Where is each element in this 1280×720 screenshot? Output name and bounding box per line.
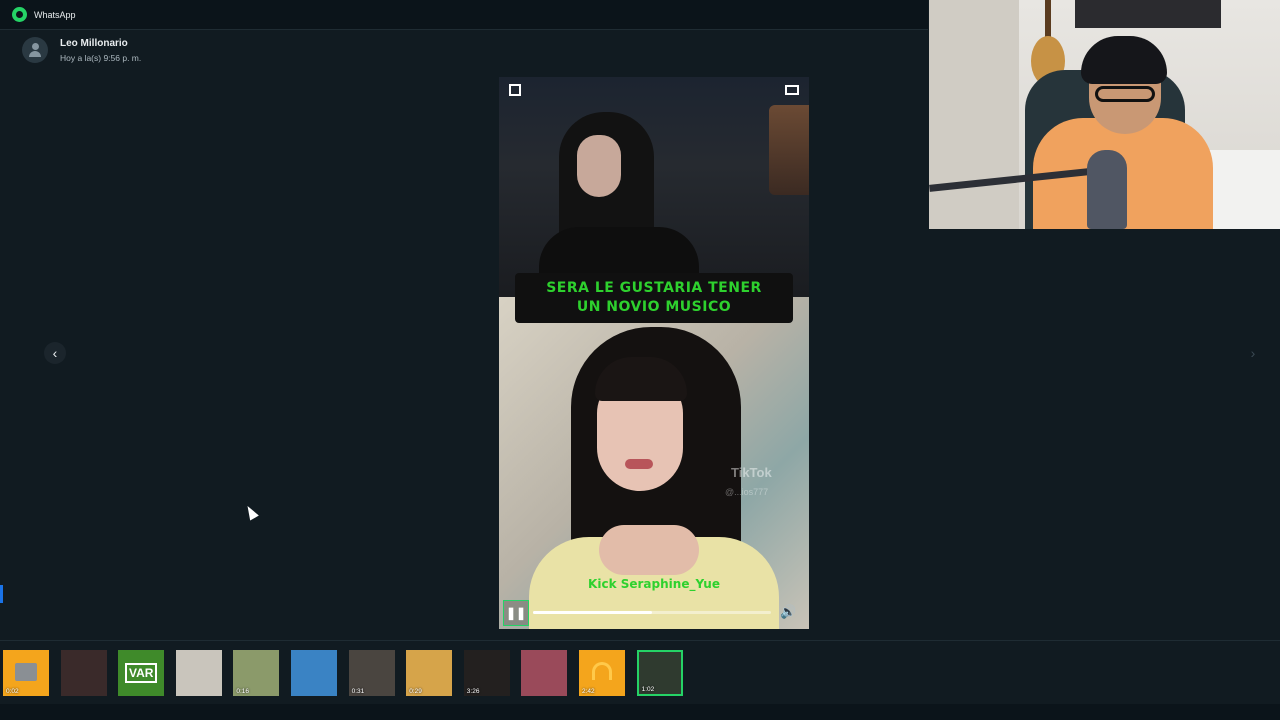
thumbnail-duration: 3:26	[466, 688, 480, 695]
webcam-overlay	[929, 0, 1280, 229]
side-indicator	[0, 585, 3, 603]
thumbnail-duration: 2:42	[582, 688, 595, 695]
title-bar: WhatsApp	[0, 0, 928, 30]
video-frame-top	[499, 77, 809, 297]
thumbnail-duration: 0:31	[351, 688, 365, 695]
image-icon	[15, 663, 37, 681]
fullscreen-icon[interactable]	[509, 84, 521, 96]
picture-in-picture-icon[interactable]	[785, 85, 799, 95]
tv	[1075, 0, 1221, 28]
taskbar	[0, 704, 1280, 720]
progress-fill	[533, 611, 652, 614]
sender-time: Hoy a la(s) 9:56 p. m.	[60, 52, 142, 63]
thumbnail-duration: 0:02	[6, 688, 19, 695]
video-caption: SERA LE GUSTARIA TENER UN NOVIO MUSICO	[515, 273, 793, 323]
thumbnail-duration: 1:02	[641, 686, 655, 693]
streamer-hair	[1081, 36, 1167, 84]
media-thumbnail[interactable]: 0:02	[3, 650, 49, 696]
media-thumbnail[interactable]: 0:16	[233, 650, 280, 696]
pause-button[interactable]: ❚❚	[503, 600, 529, 626]
media-thumbnail[interactable]: 2:42	[579, 650, 625, 696]
avatar[interactable]	[22, 37, 48, 63]
media-thumbnail[interactable]	[291, 650, 337, 696]
media-thumbnail[interactable]	[521, 650, 568, 696]
tiktok-username: @...ios777	[725, 487, 769, 497]
sender-name: Leo Millonario	[60, 37, 128, 49]
media-thumbnail[interactable]: 3:26	[463, 650, 510, 696]
person-face	[577, 135, 621, 197]
video-controls: ❚❚ 🔊	[499, 597, 809, 629]
streamer-glasses	[1095, 86, 1155, 102]
person-neck	[599, 525, 699, 575]
previous-media-button[interactable]: ‹	[44, 342, 66, 364]
thumbnail-label: VAR	[125, 663, 158, 683]
guitar-neck	[1045, 0, 1051, 40]
headphones-icon	[592, 662, 612, 680]
media-thumbnail[interactable]: 0:29	[406, 650, 453, 696]
thumbnail-duration: 0:16	[236, 688, 250, 695]
caption-line-1: SERA LE GUSTARIA TENER	[546, 280, 762, 296]
volume-icon[interactable]: 🔊	[780, 604, 796, 620]
next-media-button[interactable]: ›	[1242, 342, 1264, 364]
sender-info[interactable]: Leo Millonario Hoy a la(s) 9:56 p. m.	[22, 37, 141, 63]
caption-line-2: UN NOVIO MUSICO	[576, 299, 732, 315]
whatsapp-logo-icon	[12, 7, 27, 22]
media-thumbnail[interactable]: 0:31	[348, 650, 395, 696]
person-lips	[625, 459, 653, 469]
tiktok-watermark: TikTok	[731, 465, 772, 480]
media-thumbnail[interactable]: VAR	[118, 650, 165, 696]
media-thumbnail[interactable]	[60, 650, 107, 696]
media-thumbnail-strip: 0:02 VAR 0:16 0:31 0:29 3:26 2:42 1:02	[0, 640, 1280, 704]
car-window	[769, 105, 809, 195]
app-title: WhatsApp	[34, 9, 76, 20]
kick-overlay-text: Kick Seraphine_Yue	[588, 577, 720, 591]
thumbnail-duration: 0:29	[409, 688, 422, 695]
wall	[929, 0, 1019, 229]
video-player[interactable]: SERA LE GUSTARIA TENER UN NOVIO MUSICO T…	[499, 77, 809, 629]
media-thumbnail[interactable]	[175, 650, 222, 696]
media-thumbnail[interactable]: 1:02	[636, 650, 683, 696]
microphone	[1087, 150, 1127, 229]
progress-bar[interactable]	[533, 611, 771, 614]
